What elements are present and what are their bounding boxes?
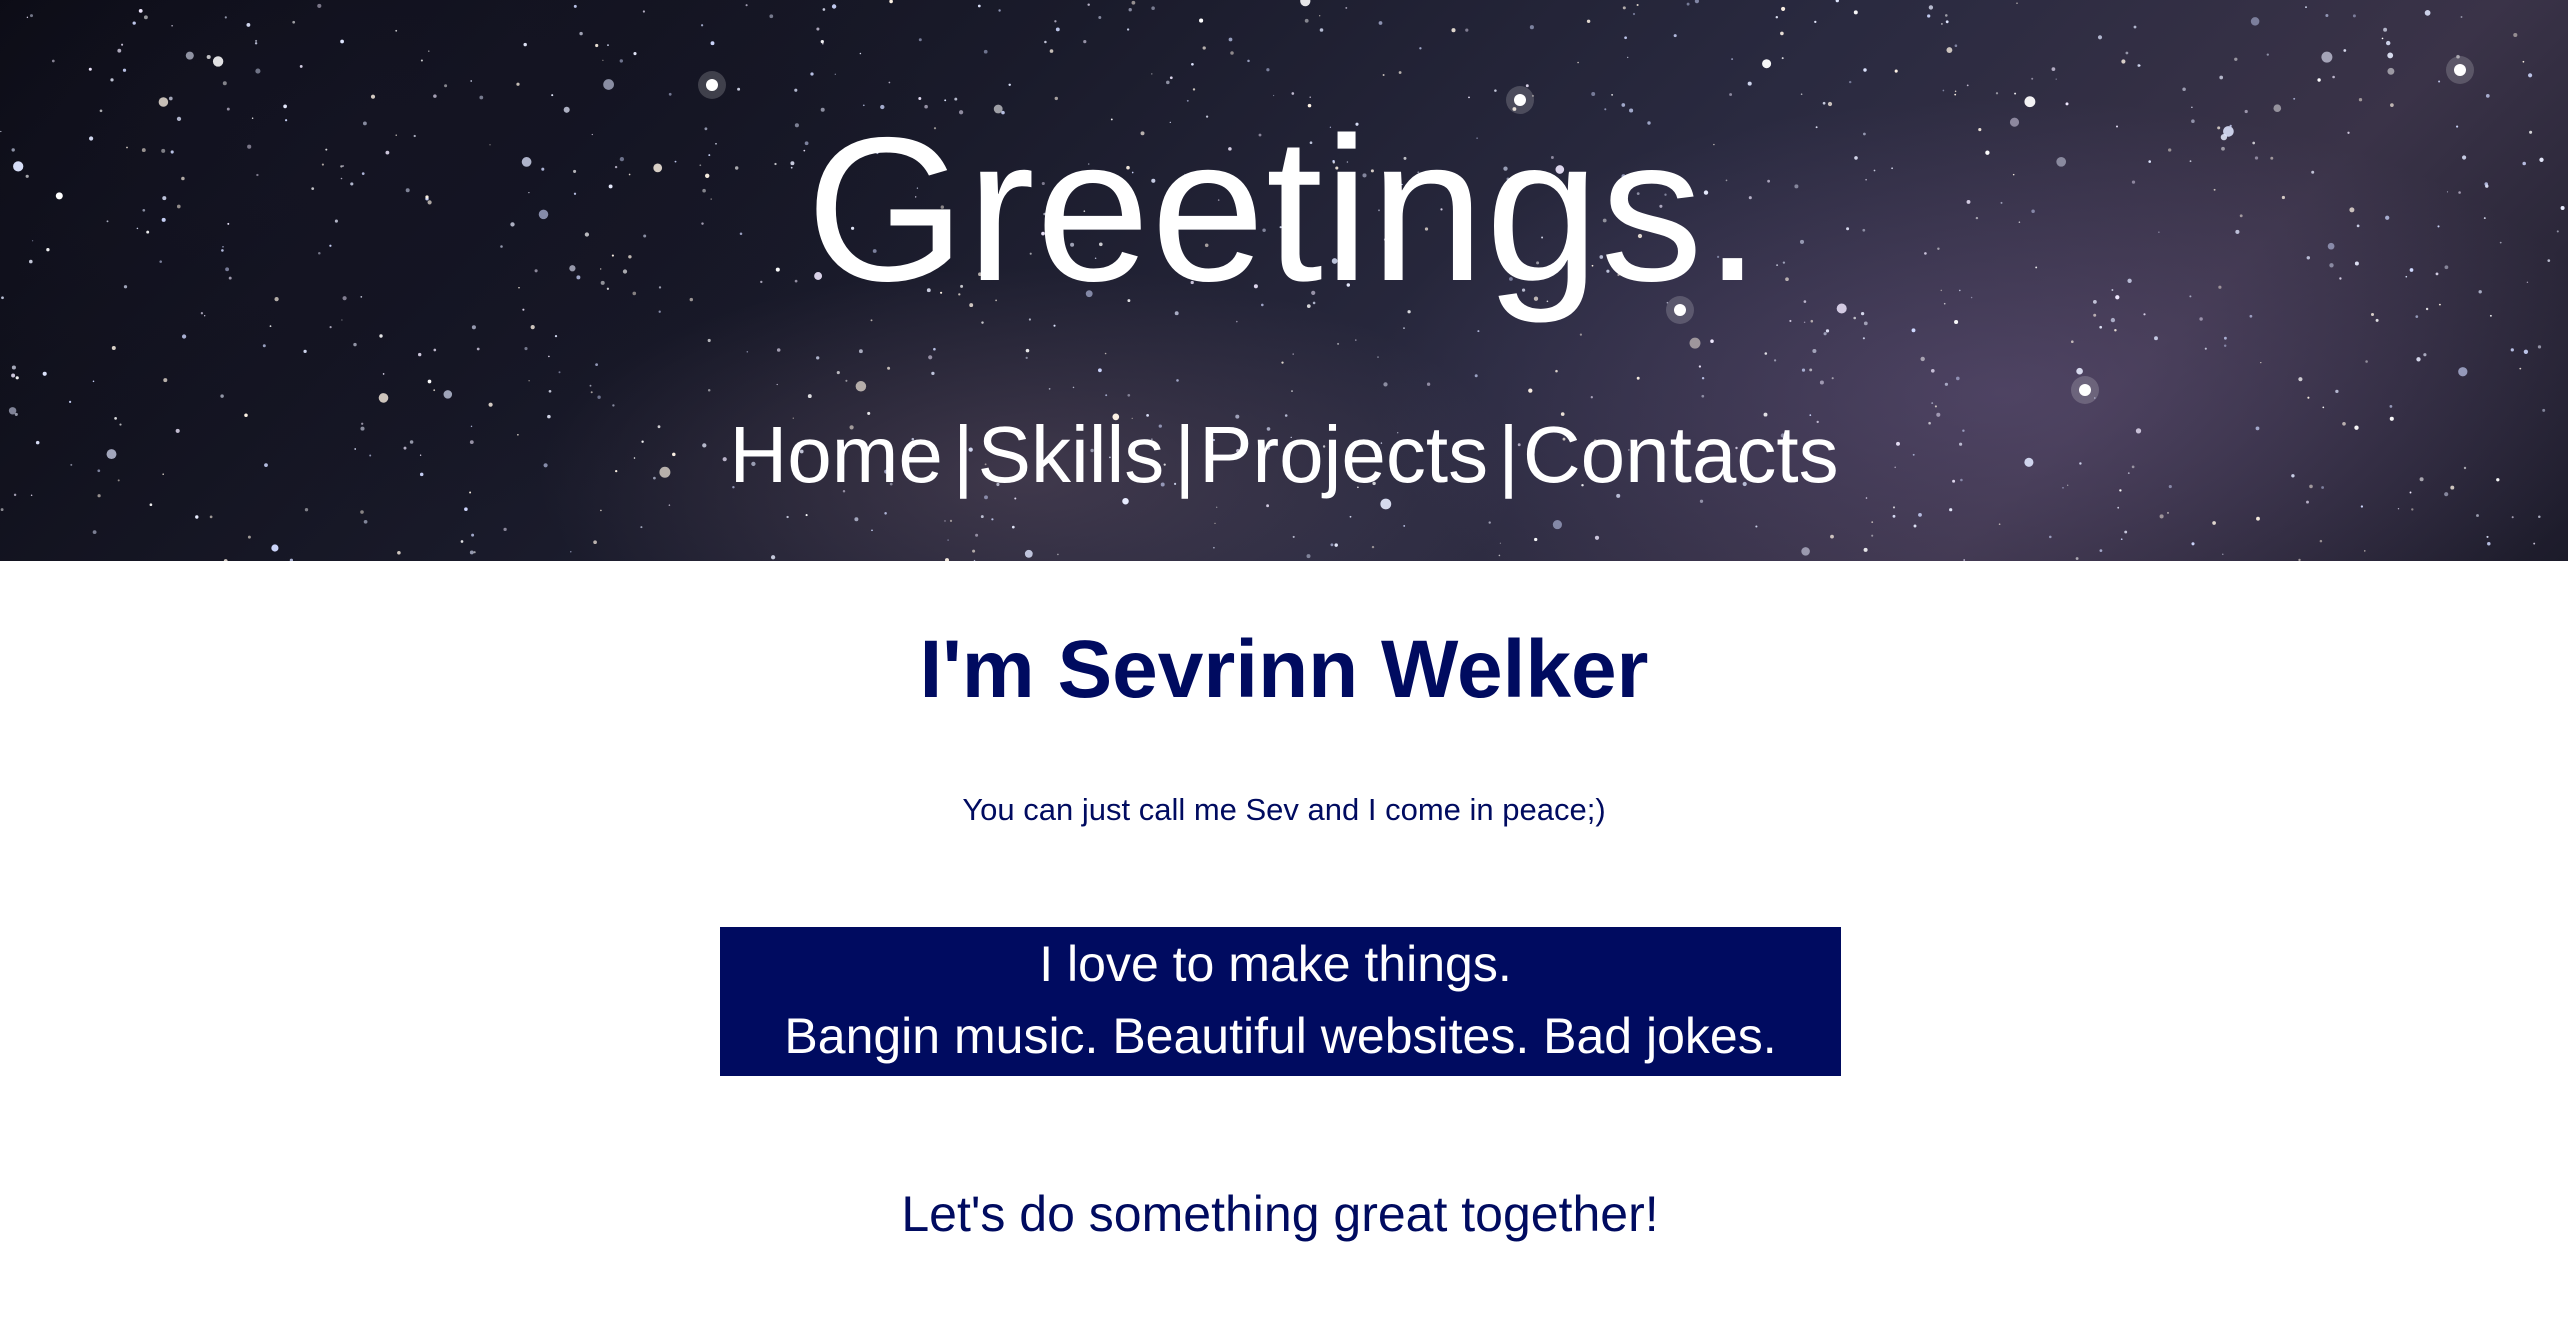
nav-link-projects[interactable]: Projects xyxy=(1199,410,1488,499)
nav-separator: | xyxy=(952,410,974,499)
nav-link-contacts[interactable]: Contacts xyxy=(1523,410,1839,499)
page-title: Greetings. xyxy=(806,95,1762,324)
hero-header: Greetings. Home |Skills |Projects |Contacts xyxy=(0,0,2568,561)
nav-link-skills[interactable]: Skills xyxy=(978,410,1165,499)
nav-link-home[interactable]: Home xyxy=(729,410,942,499)
nav-separator: | xyxy=(1498,410,1519,499)
call-to-action-text: Let's do something great together! xyxy=(901,1186,1659,1242)
tagline-line-2: Bangin music. Beautiful websites. Bad jo… xyxy=(784,1008,1777,1064)
tagline-line-1: I love to make things. xyxy=(1039,936,1512,992)
intro-name-heading: I'm Sevrinn Welker xyxy=(919,624,1649,715)
nav-separator: | xyxy=(1174,410,1196,499)
tagline-banner: I love to make things. Bangin music. Bea… xyxy=(720,927,1841,1076)
intro-subtitle: You can just call me Sev and I come in p… xyxy=(962,792,1606,827)
main-nav: Home |Skills |Projects |Contacts xyxy=(0,405,2568,505)
